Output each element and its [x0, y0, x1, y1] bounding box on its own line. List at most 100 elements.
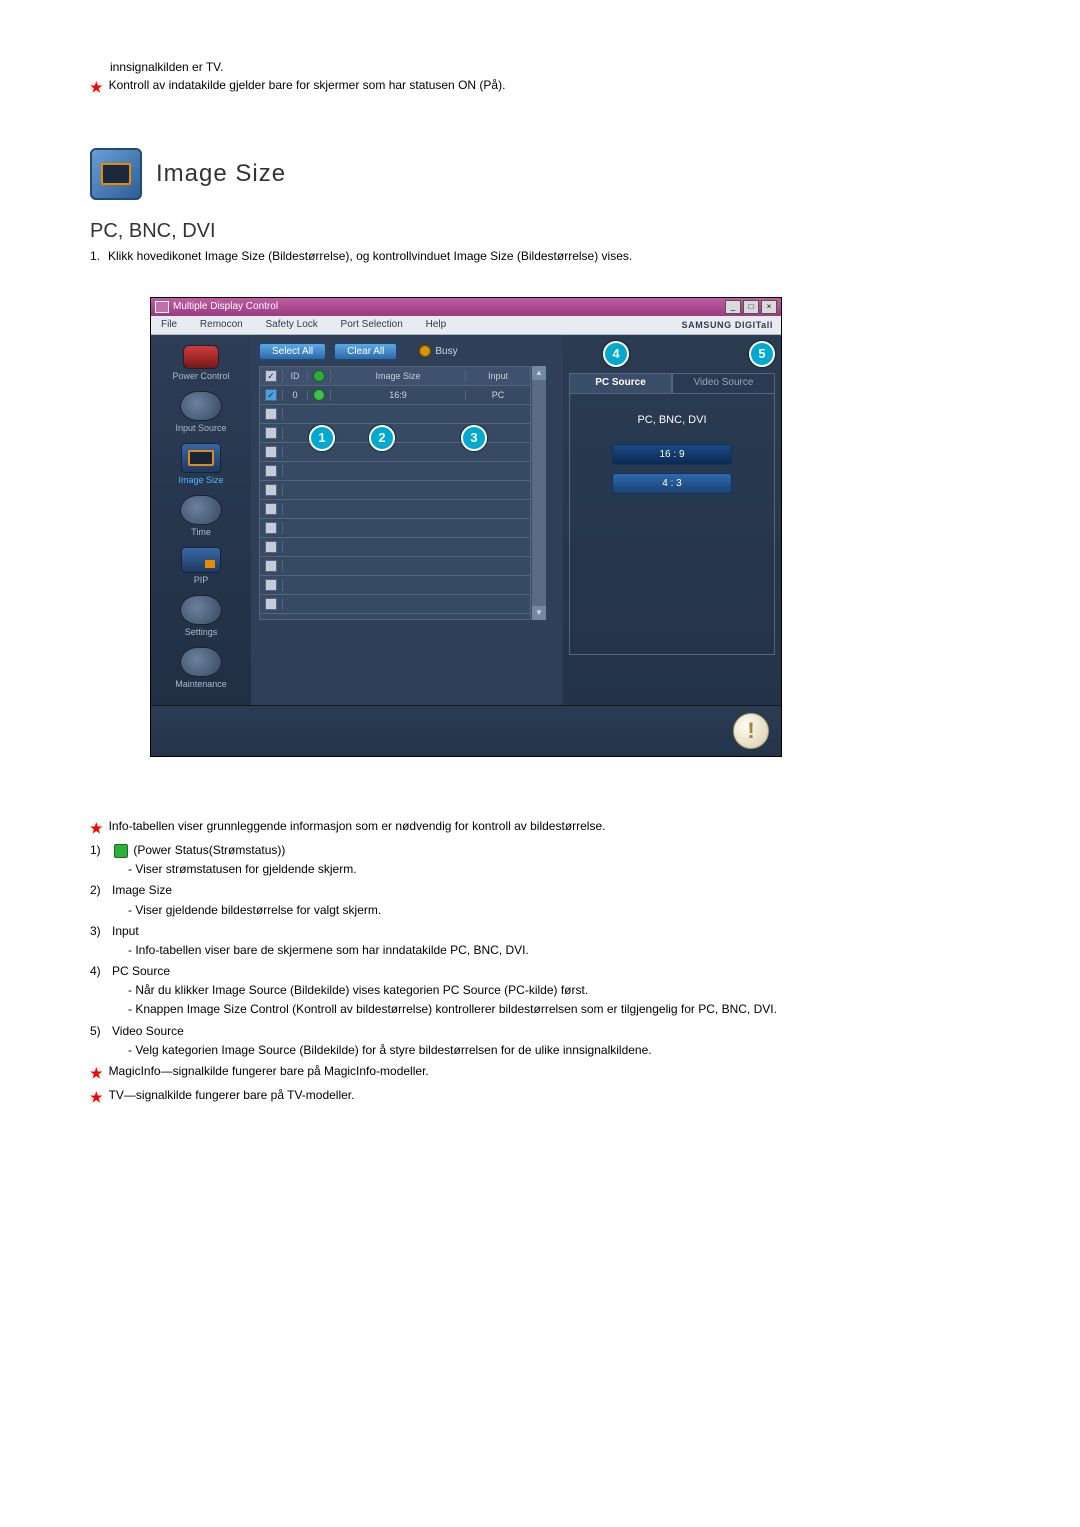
titlebar: Multiple Display Control _ □ ×	[151, 298, 781, 316]
item-2-title: Image Size	[112, 883, 172, 897]
item-5-title: Video Source	[112, 1024, 184, 1038]
row-checkbox[interactable]	[265, 560, 277, 572]
intro-star-line: Kontroll av indatakilde gjelder bare for…	[109, 76, 506, 95]
tab-video-source[interactable]: Video Source	[672, 373, 775, 393]
clear-all-button[interactable]: Clear All	[334, 343, 397, 360]
table-row[interactable]	[260, 538, 530, 557]
settings-icon	[180, 595, 222, 625]
row-checkbox[interactable]	[265, 427, 277, 439]
menubar: File Remocon Safety Lock Port Selection …	[151, 316, 781, 335]
menu-port-selection[interactable]: Port Selection	[331, 319, 413, 330]
app-footer: !	[151, 705, 781, 756]
row-checkbox[interactable]	[265, 598, 277, 610]
select-all-button[interactable]: Select All	[259, 343, 326, 360]
header-id: ID	[283, 371, 308, 381]
row-checkbox[interactable]	[265, 389, 277, 401]
row-checkbox[interactable]	[265, 579, 277, 591]
sidebar-pip[interactable]: PIP	[151, 547, 251, 585]
menu-file[interactable]: File	[151, 319, 187, 330]
table-row[interactable]	[260, 405, 530, 424]
table-row[interactable]: 0 16:9 PC	[260, 386, 530, 405]
sidebar-maintenance[interactable]: Maintenance	[151, 647, 251, 689]
power-icon	[183, 345, 219, 369]
power-status-icon	[114, 844, 128, 858]
item-1-title: (Power Status(Strømstatus))	[133, 843, 285, 857]
row-id: 0	[283, 390, 308, 400]
item-3-sub: - Info-tabellen viser bare de skjermene …	[128, 941, 1040, 960]
grid-header-row: ID Image Size Input	[260, 367, 530, 386]
scrollbar[interactable]: ▲ ▼	[531, 366, 546, 620]
warning-icon: !	[733, 713, 769, 749]
callout-5: 5	[749, 341, 775, 367]
display-grid: ID Image Size Input 0 16:9 PC	[259, 366, 531, 620]
header-checkbox[interactable]	[265, 370, 277, 382]
table-row[interactable]	[260, 424, 530, 443]
menu-safety-lock[interactable]: Safety Lock	[256, 319, 328, 330]
close-button[interactable]: ×	[761, 300, 777, 314]
item-3-title: Input	[112, 924, 139, 938]
row-checkbox[interactable]	[265, 408, 277, 420]
maximize-button[interactable]: □	[743, 300, 759, 314]
sidebar-settings[interactable]: Settings	[151, 595, 251, 637]
app-icon	[155, 301, 169, 313]
table-row[interactable]	[260, 500, 530, 519]
row-checkbox[interactable]	[265, 541, 277, 553]
image-size-icon	[90, 148, 142, 200]
row-checkbox[interactable]	[265, 522, 277, 534]
section-subtitle: PC, BNC, DVI	[90, 220, 1040, 243]
scroll-up-icon[interactable]: ▲	[532, 366, 546, 380]
pip-icon	[181, 547, 221, 573]
list-num-2: 2)	[90, 881, 112, 919]
step-number: 1.	[90, 247, 108, 266]
row-checkbox[interactable]	[265, 484, 277, 496]
row-checkbox[interactable]	[265, 465, 277, 477]
row-power-led	[313, 389, 325, 401]
table-row[interactable]	[260, 557, 530, 576]
ratio-4-3-button[interactable]: 4 : 3	[612, 473, 732, 494]
sidebar: Power Control Input Source Image Size Ti…	[151, 335, 251, 705]
table-row[interactable]	[260, 481, 530, 500]
header-input: Input	[466, 371, 530, 381]
list-num-3: 3)	[90, 922, 112, 960]
sidebar-time[interactable]: Time	[151, 495, 251, 537]
table-row[interactable]	[260, 443, 530, 462]
scroll-down-icon[interactable]: ▼	[532, 606, 546, 620]
star-icon: ★	[90, 1062, 103, 1084]
list-num-5: 5)	[90, 1022, 112, 1060]
table-row[interactable]	[260, 462, 530, 481]
table-row[interactable]	[260, 595, 530, 614]
item-4-title: PC Source	[112, 964, 170, 978]
row-input: PC	[466, 390, 530, 400]
item-4-sub1: - Når du klikker Image Source (Bildekild…	[128, 981, 1040, 1000]
menu-remocon[interactable]: Remocon	[190, 319, 253, 330]
row-checkbox[interactable]	[265, 503, 277, 515]
ratio-16-9-button[interactable]: 16 : 9	[612, 444, 732, 465]
row-checkbox[interactable]	[265, 446, 277, 458]
intro-line-1: innsignalkilden er TV.	[110, 60, 1040, 74]
sidebar-power-control[interactable]: Power Control	[151, 345, 251, 381]
step-1-text: Klikk hovedikonet Image Size (Bildestørr…	[108, 247, 632, 266]
header-size: Image Size	[331, 371, 466, 381]
info-star-b: MagicInfo—signalkilde fungerer bare på M…	[109, 1062, 429, 1081]
app-window: Multiple Display Control _ □ × File Remo…	[150, 297, 782, 757]
right-panel-body: PC, BNC, DVI 16 : 9 4 : 3	[569, 394, 775, 655]
minimize-button[interactable]: _	[725, 300, 741, 314]
table-row[interactable]	[260, 519, 530, 538]
list-num-1: 1)	[90, 841, 112, 879]
info-star-a: Info-tabellen viser grunnleggende inform…	[109, 817, 606, 836]
section-title: Image Size	[156, 160, 286, 188]
row-size: 16:9	[331, 390, 466, 400]
tab-pc-source[interactable]: PC Source	[569, 373, 672, 393]
info-star-c: TV—signalkilde fungerer bare på TV-model…	[109, 1086, 355, 1105]
item-4-sub2: - Knappen Image Size Control (Kontroll a…	[128, 1000, 1040, 1019]
table-row[interactable]	[260, 576, 530, 595]
list-num-4: 4)	[90, 962, 112, 1020]
image-size-icon-small	[181, 443, 221, 473]
sidebar-input-source[interactable]: Input Source	[151, 391, 251, 433]
item-2-sub: - Viser gjeldende bildestørrelse for val…	[128, 901, 1040, 920]
item-1-sub: - Viser strømstatusen for gjeldende skje…	[128, 860, 1040, 879]
menu-help[interactable]: Help	[416, 319, 457, 330]
item-5-sub: - Velg kategorien Image Source (Bildekil…	[128, 1041, 1040, 1060]
sidebar-image-size[interactable]: Image Size	[151, 443, 251, 485]
window-title: Multiple Display Control	[173, 301, 278, 312]
